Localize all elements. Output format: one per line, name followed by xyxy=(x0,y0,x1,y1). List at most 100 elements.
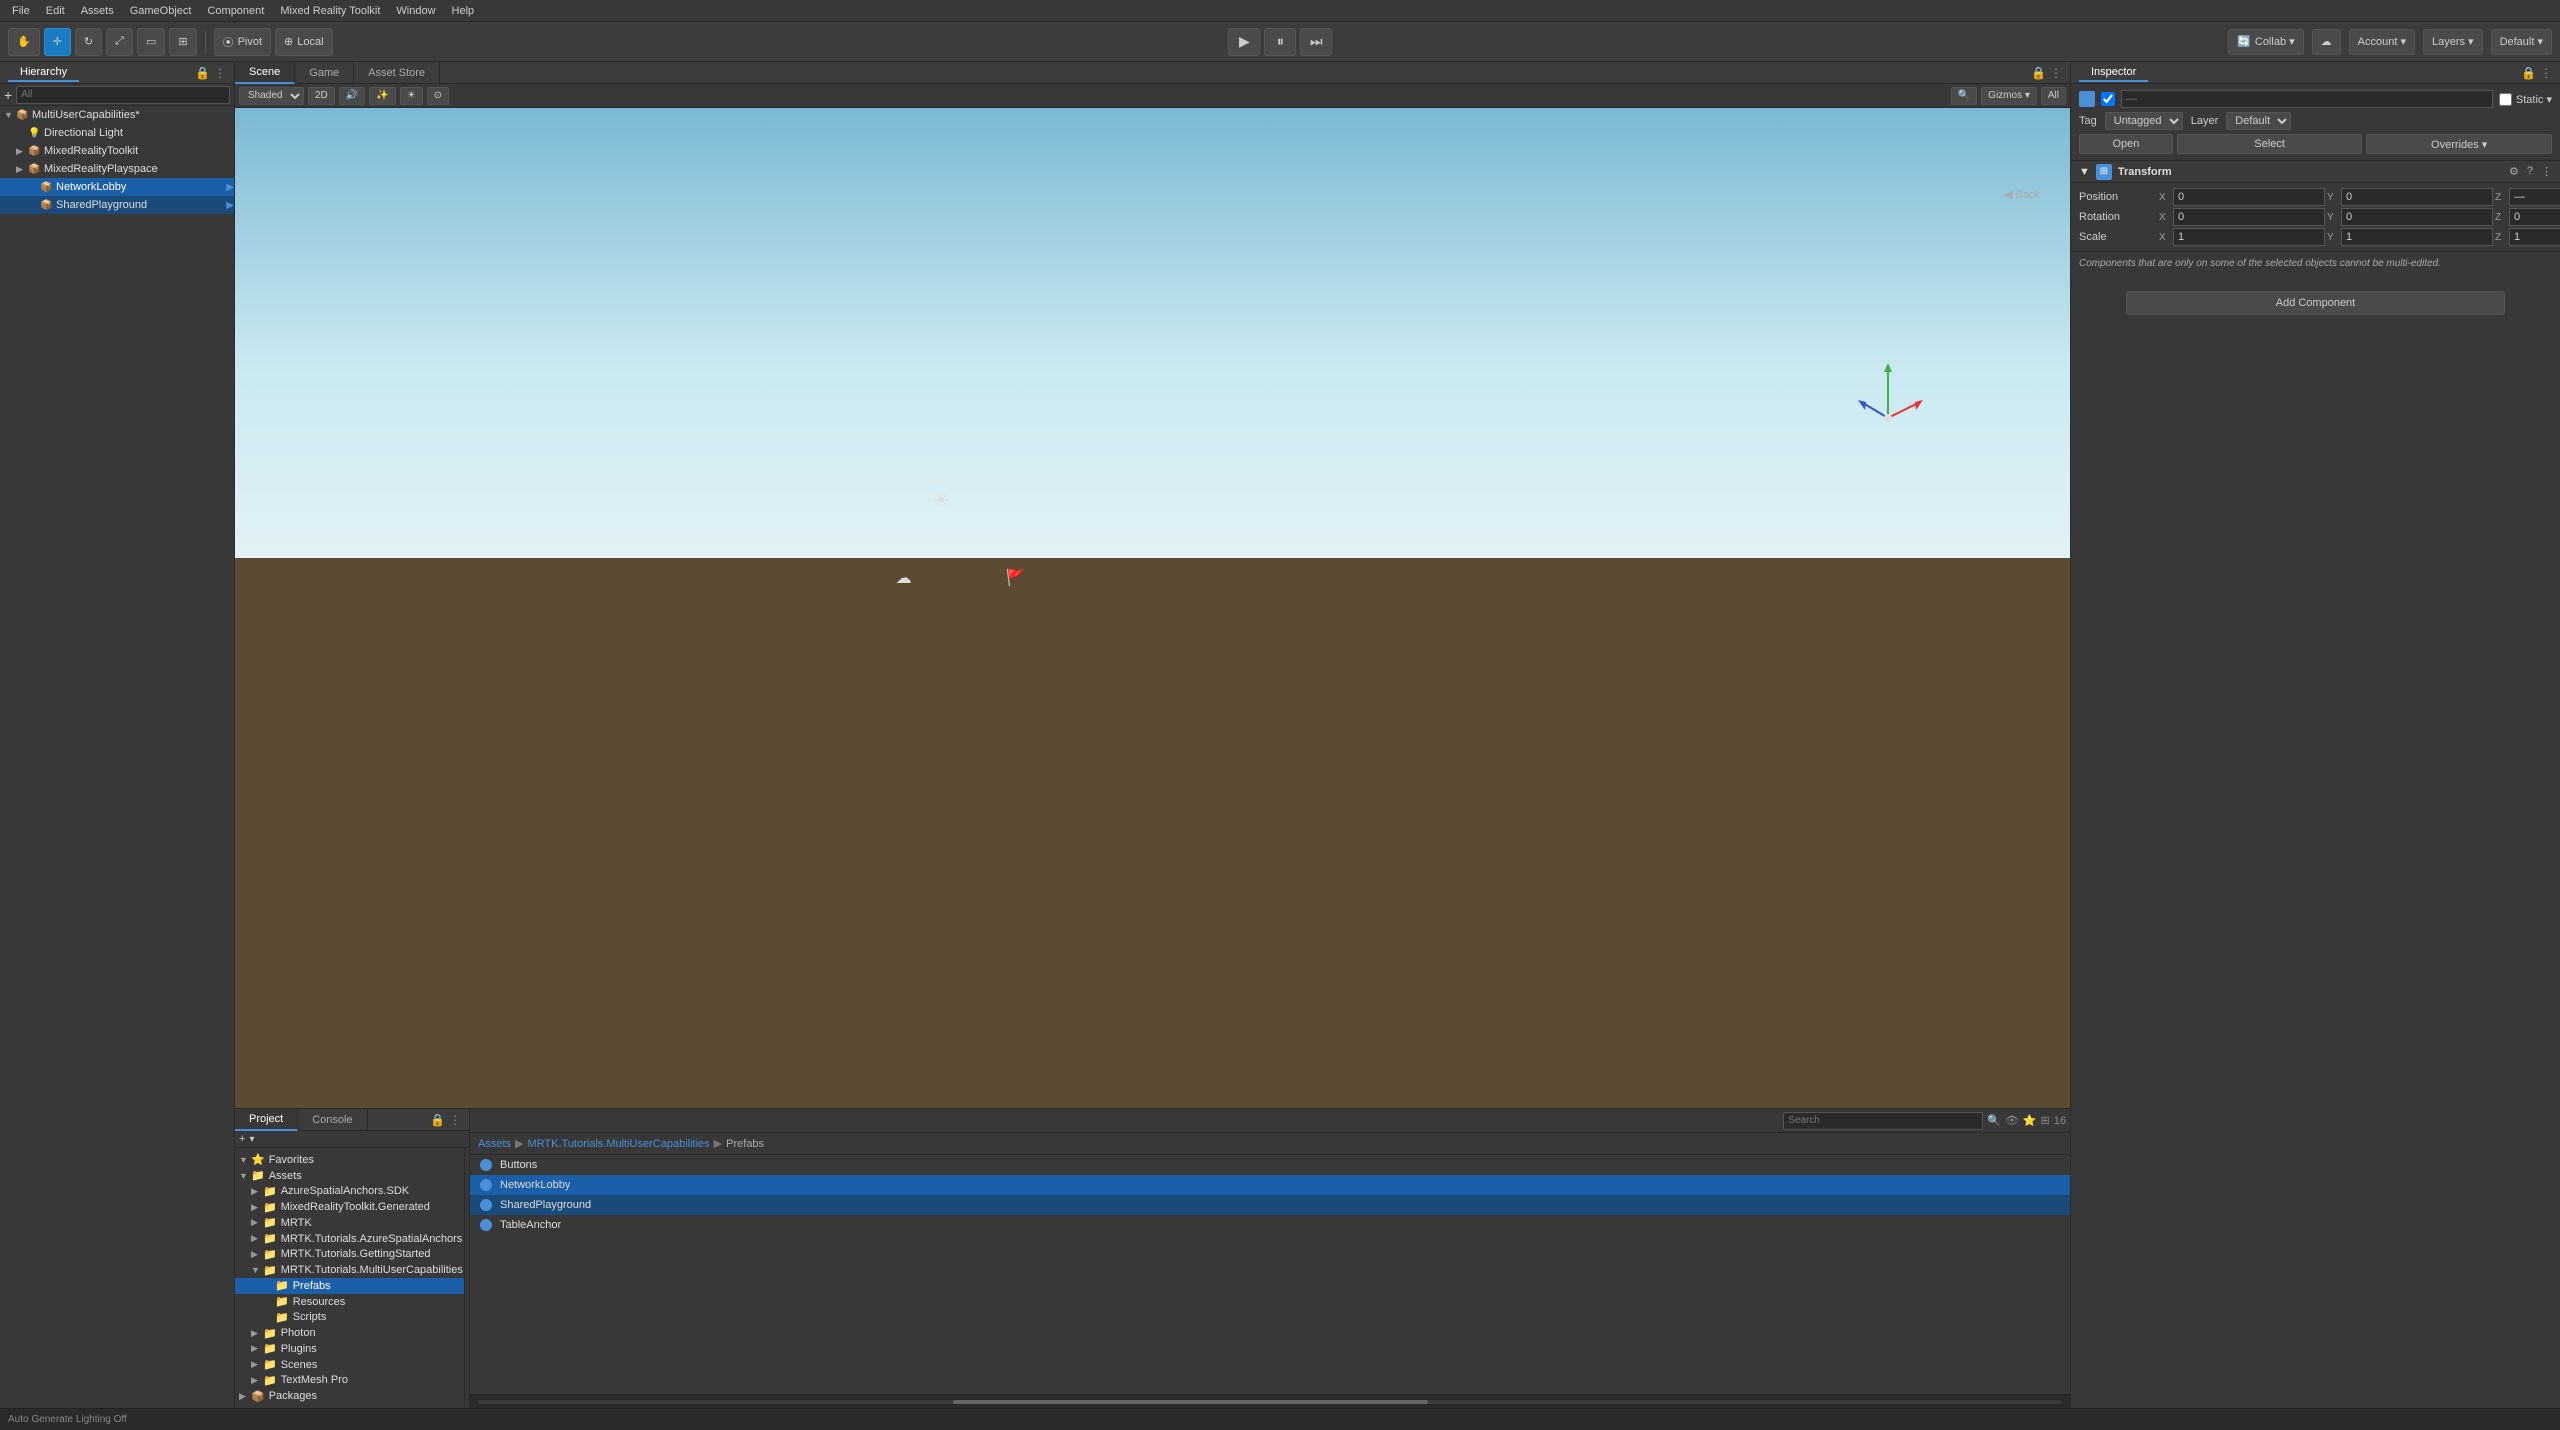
rect-tool[interactable]: ▭ xyxy=(137,28,165,56)
pause-button[interactable]: ⏸ xyxy=(1264,28,1296,56)
account-button[interactable]: Account ▾ xyxy=(2349,29,2415,55)
rot-z-input[interactable] xyxy=(2509,208,2560,226)
obj-name-input[interactable] xyxy=(2121,90,2493,108)
eyedropper-icon[interactable]: 👁 xyxy=(2005,1114,2019,1127)
mrtk-generated-item[interactable]: ▶ 📁 MixedRealityToolkit.Generated xyxy=(235,1199,464,1215)
game-tab[interactable]: Game xyxy=(295,62,354,84)
scale-z-input[interactable] xyxy=(2509,228,2560,246)
mrtk-getting-item[interactable]: ▶ 📁 MRTK.Tutorials.GettingStarted xyxy=(235,1247,464,1263)
pos-y-input[interactable] xyxy=(2341,188,2493,206)
breadcrumb-assets[interactable]: Assets xyxy=(478,1138,511,1150)
menu-assets[interactable]: Assets xyxy=(73,3,122,19)
hand-tool[interactable]: ✋ xyxy=(8,28,40,56)
scene-search-btn[interactable]: 🔍 xyxy=(1951,87,1977,105)
overrides-button[interactable]: Overrides ▾ xyxy=(2366,134,2552,154)
cloud-button[interactable]: ☁ xyxy=(2312,29,2341,55)
project-tab[interactable]: Project xyxy=(235,1109,298,1131)
menu-component[interactable]: Component xyxy=(199,3,272,19)
static-checkbox[interactable] xyxy=(2499,93,2512,106)
photon-item[interactable]: ▶ 📁 Photon xyxy=(235,1325,464,1341)
transform-header[interactable]: ▼ ⊞ Transform ⚙ ? ⋮ xyxy=(2071,161,2560,183)
menu-edit[interactable]: Edit xyxy=(38,3,73,19)
hierarchy-lock-icon[interactable]: 🔒 xyxy=(195,66,210,80)
transform-tool[interactable]: ⊞ xyxy=(169,28,196,56)
collab-button[interactable]: 🔄 Collab ▾ xyxy=(2228,29,2303,55)
layers-button[interactable]: Layers ▾ xyxy=(2423,29,2483,55)
back-button[interactable]: ◀ Back xyxy=(2004,188,2040,201)
open-button[interactable]: Open xyxy=(2079,134,2173,154)
file-networklobby[interactable]: NetworkLobby xyxy=(470,1175,2070,1195)
bookmark-icon[interactable]: ⭐ xyxy=(2023,1114,2037,1127)
scenes-item[interactable]: ▶ 📁 Scenes xyxy=(235,1357,464,1373)
pivot-btn[interactable]: ⦿ Pivot xyxy=(214,28,271,56)
transform-menu-icon[interactable]: ⋮ xyxy=(2541,165,2552,178)
mrtk-item[interactable]: ▶ 📁 MRTK xyxy=(235,1215,464,1231)
packages-item[interactable]: ▶ 📦 Packages xyxy=(235,1388,464,1404)
inspector-lock-icon[interactable]: 🔒 xyxy=(2521,66,2536,80)
scene-filter-btn[interactable]: ⊙ xyxy=(427,87,449,105)
rot-y-input[interactable] xyxy=(2341,208,2493,226)
default-layout-button[interactable]: Default ▾ xyxy=(2491,29,2552,55)
hierarchy-search-input[interactable] xyxy=(16,86,230,104)
plugins-item[interactable]: ▶ 📁 Plugins xyxy=(235,1341,464,1357)
file-buttons[interactable]: Buttons xyxy=(470,1155,2070,1175)
scene-tab[interactable]: Scene xyxy=(235,62,295,84)
tree-item-networklobby[interactable]: 📦 NetworkLobby ▶ xyxy=(0,178,234,196)
effects-btn[interactable]: ✨ xyxy=(369,87,395,105)
mrtk-azure-item[interactable]: ▶ 📁 MRTK.Tutorials.AzureSpatialAnchors xyxy=(235,1231,464,1247)
scene-viewport[interactable]: ☀ ☁ 🚩 xyxy=(235,108,2070,1108)
tag-select[interactable]: Untagged xyxy=(2105,112,2183,130)
hierarchy-tab[interactable]: Hierarchy xyxy=(8,64,79,82)
obj-active-checkbox[interactable] xyxy=(2101,92,2115,106)
hierarchy-add-icon[interactable]: + xyxy=(4,87,12,103)
prefabs-item[interactable]: 📁 Prefabs xyxy=(235,1278,464,1294)
rot-x-input[interactable] xyxy=(2173,208,2325,226)
scrollbar-thumb[interactable] xyxy=(953,1400,1428,1404)
textmesh-item[interactable]: ▶ 📁 TextMesh Pro xyxy=(235,1373,464,1389)
azure-item[interactable]: ▶ 📁 AzureSpatialAnchors.SDK xyxy=(235,1184,464,1200)
tree-item-dirlight[interactable]: 💡 Directional Light xyxy=(0,124,234,142)
breadcrumb-mrtk[interactable]: MRTK.Tutorials.MultiUserCapabilities xyxy=(527,1138,709,1150)
menu-gameobject[interactable]: GameObject xyxy=(122,3,200,19)
file-sharedplayground[interactable]: SharedPlayground xyxy=(470,1195,2070,1215)
layer-select[interactable]: Default xyxy=(2226,112,2291,130)
step-button[interactable]: ⏭ xyxy=(1300,28,1332,56)
shading-select[interactable]: Shaded xyxy=(239,87,304,105)
project-menu-icon[interactable]: ⋮ xyxy=(449,1113,461,1127)
scale-y-input[interactable] xyxy=(2341,228,2493,246)
menu-mrtk[interactable]: Mixed Reality Toolkit xyxy=(272,3,388,19)
file-tableanchor[interactable]: TableAnchor xyxy=(470,1215,2070,1235)
menu-file[interactable]: File xyxy=(4,3,38,19)
mrtk-multi-item[interactable]: ▼ 📁 MRTK.Tutorials.MultiUserCapabilities xyxy=(235,1262,464,1278)
tree-item-playspace[interactable]: ▶ 📦 MixedRealityPlayspace xyxy=(0,160,234,178)
select-button[interactable]: Select xyxy=(2177,134,2363,154)
scripts-item[interactable]: 📁 Scripts xyxy=(235,1310,464,1326)
favorites-item[interactable]: ▼ ⭐ Favorites xyxy=(235,1152,464,1168)
inspector-static[interactable]: Static ▾ xyxy=(2499,93,2552,106)
tree-item-mrtk[interactable]: ▶ 📦 MixedRealityToolkit xyxy=(0,142,234,160)
2d-btn[interactable]: 2D xyxy=(308,87,335,105)
play-button[interactable]: ▶ xyxy=(1228,28,1260,56)
project-add-btn[interactable]: + xyxy=(239,1133,245,1145)
hierarchy-menu-icon[interactable]: ⋮ xyxy=(214,66,226,80)
project-search-input[interactable] xyxy=(1783,1112,1983,1130)
asset-store-tab[interactable]: Asset Store xyxy=(354,62,440,84)
tree-item-root[interactable]: ▼ 📦 MultiUserCapabilities* xyxy=(0,106,234,124)
rotate-tool[interactable]: ↻ xyxy=(75,28,102,56)
file-scrollbar[interactable] xyxy=(470,1394,2070,1408)
resources-item[interactable]: 📁 Resources xyxy=(235,1294,464,1310)
audio-btn[interactable]: 🔊 xyxy=(339,87,365,105)
inspector-menu-icon[interactable]: ⋮ xyxy=(2540,66,2552,80)
grid-icon[interactable]: ⊞ xyxy=(2041,1114,2050,1127)
tree-item-sharedplayground[interactable]: 📦 SharedPlayground ▶ xyxy=(0,196,234,214)
local-btn[interactable]: ⊕ Local xyxy=(275,28,333,56)
project-menu-btn[interactable]: ▾ xyxy=(249,1134,254,1145)
scale-tool[interactable]: ⤢ xyxy=(106,28,133,56)
all-btn[interactable]: All xyxy=(2041,87,2066,105)
assets-item[interactable]: ▼ 📁 Assets xyxy=(235,1168,464,1184)
scale-x-input[interactable] xyxy=(2173,228,2325,246)
move-tool[interactable]: ✛ xyxy=(44,28,71,56)
inspector-tab[interactable]: Inspector xyxy=(2079,64,2148,82)
transform-help-icon[interactable]: ? xyxy=(2527,165,2533,178)
pos-x-input[interactable] xyxy=(2173,188,2325,206)
